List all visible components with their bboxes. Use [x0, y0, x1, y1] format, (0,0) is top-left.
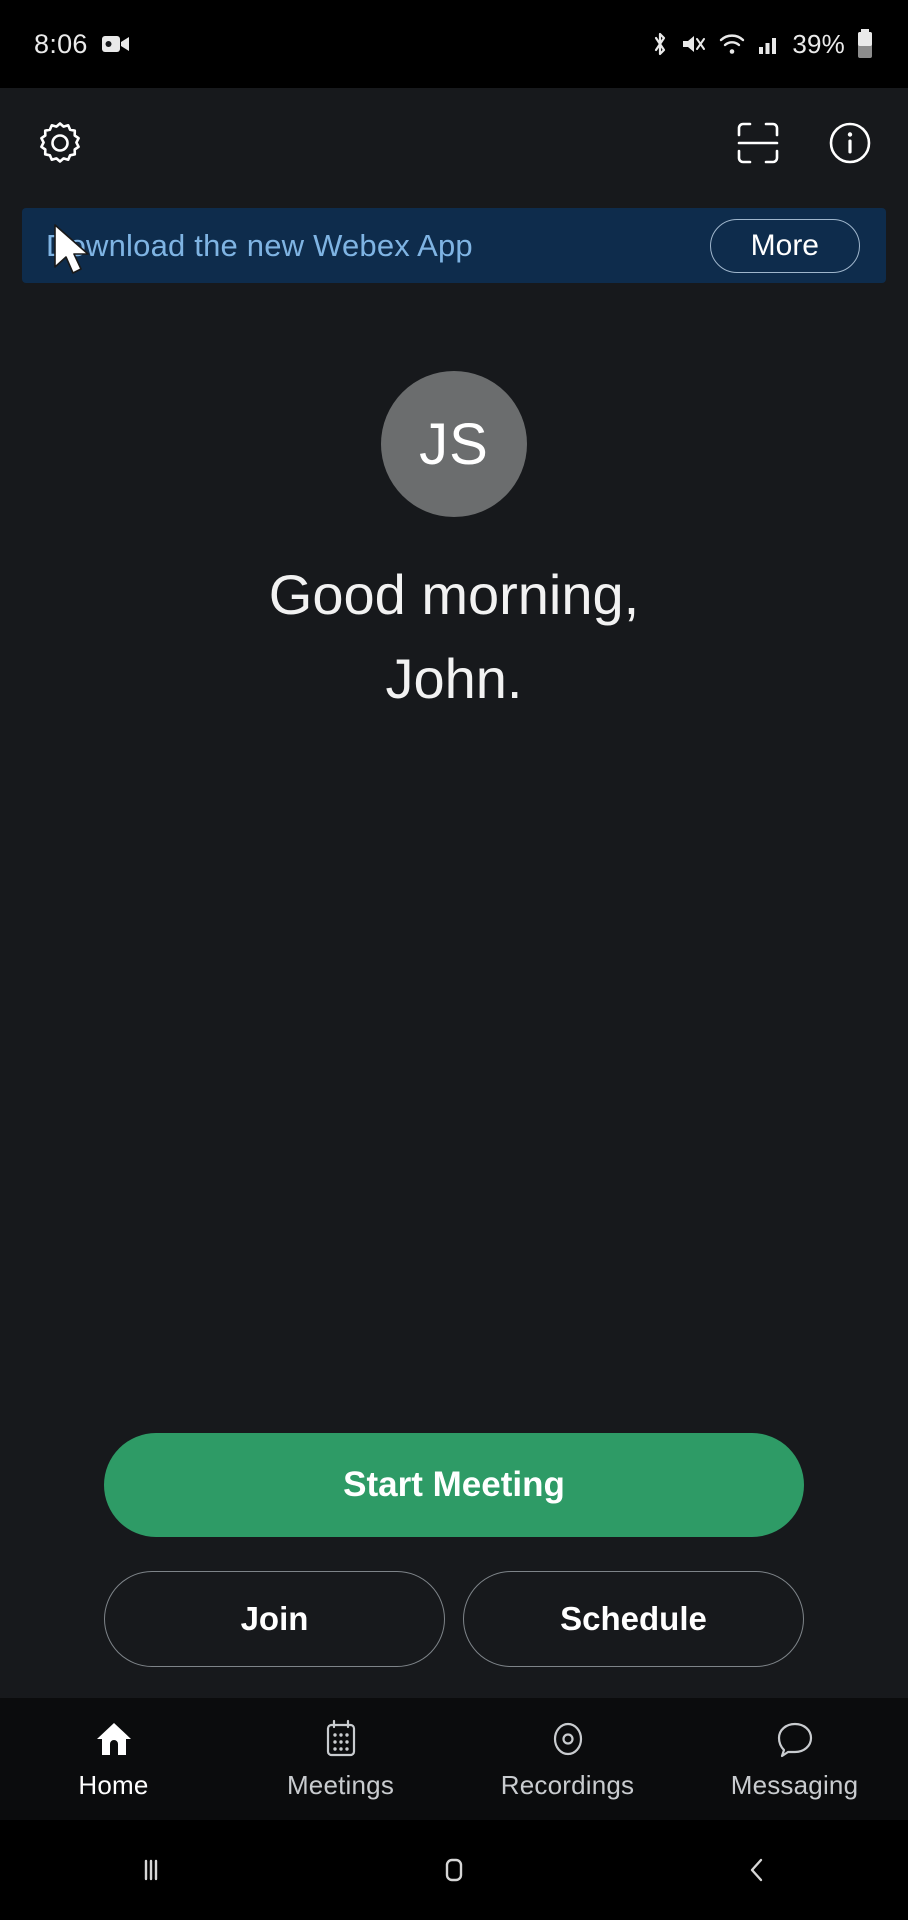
battery-icon — [856, 29, 874, 59]
main-content: JS Good morning, John. Start Meeting Joi… — [0, 283, 908, 1698]
home-square-icon[interactable] — [303, 1852, 606, 1888]
status-bar-right: 39% — [650, 29, 874, 60]
promo-banner[interactable]: Download the new Webex App More — [22, 208, 886, 283]
home-icon — [93, 1718, 135, 1760]
app-bar-actions — [734, 119, 874, 167]
back-chevron-icon[interactable] — [605, 1852, 908, 1888]
system-status-bar: 8:06 39% — [0, 0, 908, 88]
calendar-icon — [320, 1718, 362, 1760]
gear-icon[interactable] — [34, 117, 86, 169]
secondary-button-row: Join Schedule — [104, 1571, 804, 1667]
greeting-heading: Good morning, John. — [269, 553, 639, 721]
tab-recordings-label: Recordings — [500, 1769, 635, 1800]
tab-meetings-label: Meetings — [286, 1769, 395, 1800]
app-top-bar — [0, 88, 908, 274]
recents-icon[interactable] — [0, 1852, 303, 1888]
greeting-line-2: John. — [385, 647, 523, 710]
bottom-tab-bar: Home Meetings Recordings Messaging — [0, 1698, 908, 1820]
system-navigation-bar — [0, 1820, 908, 1920]
status-bar-clock: 8:06 — [34, 28, 88, 59]
tab-home[interactable]: Home — [0, 1718, 227, 1801]
avatar-initials: JS — [419, 411, 489, 477]
mute-icon — [681, 31, 707, 57]
promo-banner-more-button[interactable]: More — [709, 218, 860, 273]
promo-banner-wrapper: Download the new Webex App More — [0, 198, 908, 283]
greeting-line-1: Good morning, — [268, 563, 640, 626]
wifi-icon — [718, 32, 746, 56]
record-circle-icon — [547, 1718, 589, 1760]
video-recording-icon — [101, 34, 130, 54]
battery-percent-label: 39% — [792, 28, 845, 59]
tab-home-label: Home — [78, 1769, 149, 1800]
phone-screen: 8:06 39% Download the new Webex App More… — [0, 0, 908, 1920]
avatar[interactable]: JS — [381, 371, 527, 517]
promo-banner-text: Download the new Webex App — [46, 227, 473, 263]
tab-messaging[interactable]: Messaging — [681, 1718, 908, 1801]
status-bar-left: 8:06 — [34, 29, 130, 60]
join-button[interactable]: Join — [104, 1571, 445, 1667]
cellular-signal-icon — [757, 32, 781, 56]
info-circle-icon[interactable] — [826, 119, 874, 167]
tab-meetings[interactable]: Meetings — [227, 1718, 454, 1801]
chat-bubble-icon — [774, 1718, 816, 1760]
scan-code-icon[interactable] — [734, 119, 782, 167]
tab-recordings[interactable]: Recordings — [454, 1718, 681, 1801]
start-meeting-button[interactable]: Start Meeting — [104, 1433, 804, 1537]
action-buttons: Start Meeting Join Schedule — [0, 1433, 908, 1667]
bluetooth-icon — [650, 30, 670, 58]
tab-messaging-label: Messaging — [730, 1769, 859, 1800]
schedule-button[interactable]: Schedule — [463, 1571, 804, 1667]
